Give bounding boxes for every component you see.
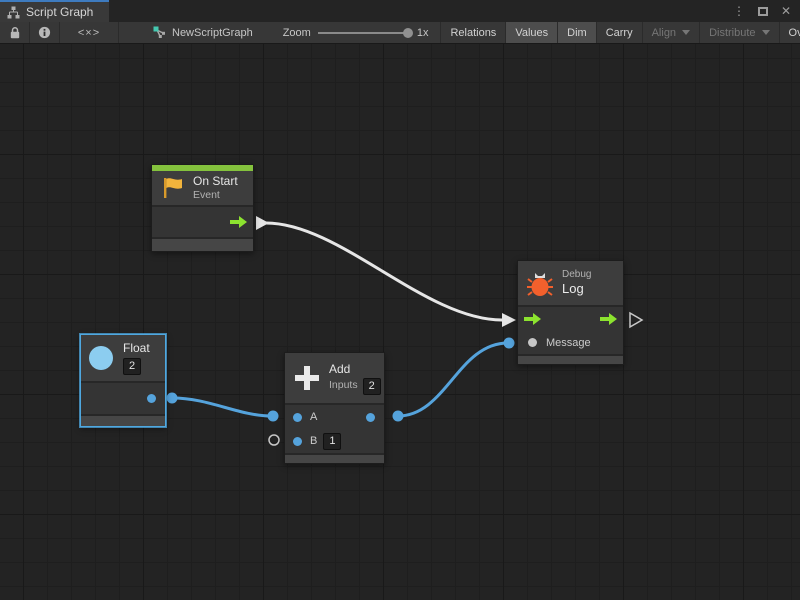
zoom-slider[interactable] <box>318 32 410 34</box>
zoom-label: Zoom <box>283 27 311 39</box>
control-port-row <box>518 307 623 331</box>
control-output-arrow-icon[interactable] <box>230 216 247 228</box>
graph-name-label: NewScriptGraph <box>172 27 253 39</box>
wire-add-to-log-message[interactable] <box>398 343 508 416</box>
message-label: Message <box>546 337 591 349</box>
control-output-arrow-icon[interactable] <box>600 313 617 325</box>
window-controls: ⋮ ✕ <box>733 0 800 22</box>
relations-button[interactable]: Relations <box>440 22 505 43</box>
node-title: Log <box>562 281 591 297</box>
tab-bar: Script Graph ⋮ ✕ <box>0 0 800 22</box>
code-brackets-icon: <×> <box>78 27 100 39</box>
script-graph-window: Script Graph ⋮ ✕ <box>0 0 800 600</box>
float-value-field[interactable]: 2 <box>123 358 141 375</box>
graph-reference[interactable]: NewScriptGraph <box>145 22 261 43</box>
info-icon <box>38 26 51 39</box>
message-input-dot[interactable] <box>528 338 537 347</box>
lock-icon <box>9 26 21 39</box>
edit-source-button[interactable]: <×> <box>60 22 118 43</box>
node-add[interactable]: Add Inputs 2 A B 1 <box>284 352 385 464</box>
zoom-value: 1x <box>417 27 429 39</box>
close-icon[interactable]: ✕ <box>781 5 791 17</box>
value-input-port-add-b-unconnected[interactable] <box>269 435 279 445</box>
plus-icon <box>293 364 321 392</box>
port-b-label: B <box>310 435 317 447</box>
value-output-port-float[interactable] <box>167 393 178 404</box>
graph-canvas[interactable]: On Start Event Float 2 <box>0 44 800 600</box>
wire-layer <box>0 44 800 600</box>
align-button[interactable]: Align <box>642 22 699 43</box>
hierarchy-icon <box>7 6 20 19</box>
node-title: Add <box>329 362 381 377</box>
input-port-a-dot[interactable] <box>293 413 302 422</box>
value-output-port-add[interactable] <box>393 411 404 422</box>
node-debug-log[interactable]: Debug Log Message <box>517 260 624 365</box>
port-a-label: A <box>310 411 317 423</box>
node-subtitle: Inputs <box>329 379 358 392</box>
info-button[interactable] <box>30 22 59 43</box>
overview-button[interactable]: Overview <box>779 22 800 43</box>
node-subtitle: Event <box>193 189 238 202</box>
node-float[interactable]: Float 2 <box>80 334 166 427</box>
dropdown-arrow-icon <box>762 30 770 35</box>
inputs-count-field[interactable]: 2 <box>363 378 381 395</box>
lock-button[interactable] <box>0 22 29 43</box>
port-row-a: A <box>285 405 384 429</box>
value-input-port-add-a[interactable] <box>268 411 279 422</box>
output-port-sum-dot[interactable] <box>366 413 375 422</box>
node-footer <box>152 239 253 251</box>
dim-button[interactable]: Dim <box>557 22 596 43</box>
toolbar-buttons: Relations Values Dim Carry Align Distrib… <box>440 22 800 43</box>
node-footer <box>518 356 623 364</box>
message-port-row: Message <box>518 331 623 354</box>
distribute-button[interactable]: Distribute <box>699 22 778 43</box>
dropdown-arrow-icon <box>682 30 690 35</box>
zoom-control: Zoom 1x <box>283 22 429 43</box>
node-category: Debug <box>562 269 591 281</box>
control-input-arrow-icon[interactable] <box>524 313 541 325</box>
tab-script-graph[interactable]: Script Graph <box>0 0 109 22</box>
node-on-start[interactable]: On Start Event <box>151 164 254 252</box>
control-output-port-onstart[interactable] <box>256 216 269 230</box>
node-footer <box>81 416 165 426</box>
node-footer <box>285 455 384 463</box>
bug-icon <box>527 269 553 297</box>
menu-icon[interactable]: ⋮ <box>733 5 745 17</box>
value-input-port-message[interactable] <box>504 338 515 349</box>
values-button[interactable]: Values <box>505 22 557 43</box>
carry-button[interactable]: Carry <box>596 22 642 43</box>
node-title: On Start <box>193 174 238 189</box>
input-port-b-dot[interactable] <box>293 437 302 446</box>
value-output-dot[interactable] <box>147 394 156 403</box>
control-output-port-log-unconnected[interactable] <box>630 313 642 327</box>
tab-title: Script Graph <box>26 5 93 19</box>
zoom-slider-handle[interactable] <box>403 28 413 38</box>
maximize-icon[interactable] <box>758 7 768 16</box>
node-title: Float <box>123 341 150 356</box>
toolbar-separator <box>118 22 119 43</box>
control-input-port-log[interactable] <box>502 313 516 327</box>
flag-icon <box>161 176 185 200</box>
wire-float-to-add-a[interactable] <box>172 398 272 416</box>
wire-onstart-to-log[interactable] <box>266 223 502 320</box>
graph-toolbar: <×> NewScriptGraph Zoom 1x Relations <box>0 22 800 44</box>
float-circle-icon <box>89 346 113 370</box>
port-b-value-field[interactable]: 1 <box>323 433 341 450</box>
graph-asset-icon <box>153 26 166 39</box>
port-row-b: B 1 <box>285 429 384 453</box>
